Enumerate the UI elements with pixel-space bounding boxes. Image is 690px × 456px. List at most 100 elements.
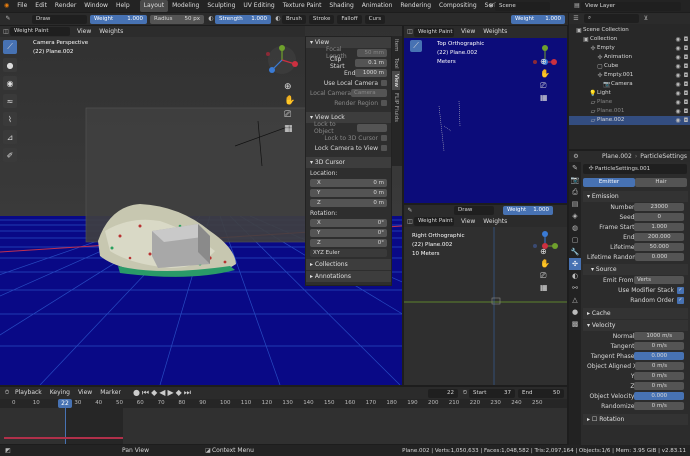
navigation-gizmo[interactable]: ⊕ ✋ ⎚ ▦ bbox=[262, 40, 302, 150]
render-camera-icon[interactable]: ◘ bbox=[682, 90, 690, 98]
menu-falloff[interactable]: Falloff bbox=[337, 14, 362, 24]
jump-end-icon[interactable]: ⏭ bbox=[184, 388, 193, 397]
psettings-selector[interactable]: ✣ ParticleSettings.001 bbox=[583, 164, 687, 174]
right-menu-weights[interactable]: Weights bbox=[479, 216, 511, 228]
visibility-eye-icon[interactable]: ◉ bbox=[674, 81, 682, 89]
strength-slider[interactable]: Strength 1.000 bbox=[215, 14, 271, 24]
render-camera-icon[interactable]: ◘ bbox=[682, 108, 690, 116]
end-frame-field[interactable]: End 50 bbox=[518, 388, 564, 398]
checkbox-checked-icon[interactable]: ✓ bbox=[677, 296, 684, 304]
visibility-eye-icon[interactable]: ◉ bbox=[674, 72, 682, 80]
camera-view-icon[interactable]: ⎚ bbox=[540, 270, 550, 282]
play-icon[interactable]: ▶ bbox=[167, 388, 175, 397]
cache-section[interactable]: ▸ Cache bbox=[583, 308, 688, 319]
pressure-icon-2[interactable]: ◐ bbox=[274, 15, 282, 23]
cursor-section[interactable]: ▾ 3D Cursor bbox=[306, 157, 391, 168]
weight-slider-2[interactable]: Weight 1.000 bbox=[511, 14, 565, 24]
grid-icon[interactable]: ▦ bbox=[284, 122, 295, 136]
rotation-mode-dropdown[interactable]: XYZ Euler bbox=[310, 249, 387, 257]
property-field[interactable]: 200.000 bbox=[634, 233, 684, 241]
rot-y-row[interactable]: Y 0° bbox=[306, 228, 391, 238]
visibility-eye-icon[interactable]: ◉ bbox=[674, 90, 682, 98]
property-field[interactable]: 0 m/s bbox=[634, 382, 684, 390]
axis-gizmo[interactable] bbox=[262, 40, 302, 100]
outliner-search-input[interactable]: ⌕ bbox=[584, 14, 639, 23]
texture-tab-icon[interactable]: ▩ bbox=[569, 318, 581, 330]
workspace-tab-sculpting[interactable]: Sculpting bbox=[203, 0, 239, 12]
output-tab-icon[interactable]: ⎙ bbox=[569, 186, 581, 198]
annotations-section[interactable]: ▸ Annotations bbox=[306, 271, 391, 282]
right-brush-selector[interactable]: Draw bbox=[454, 206, 494, 215]
pressure-icon[interactable]: ◐ bbox=[207, 15, 215, 23]
material-tab-icon[interactable]: ● bbox=[569, 306, 581, 318]
brush-selector[interactable]: Draw bbox=[32, 14, 87, 24]
loc-x-row[interactable]: X 0 m bbox=[306, 178, 391, 188]
visibility-eye-icon[interactable]: ◉ bbox=[674, 36, 682, 44]
camera-view-icon[interactable]: ⎚ bbox=[284, 108, 295, 122]
tab-view[interactable]: View bbox=[392, 71, 400, 91]
property-field[interactable]: 0 bbox=[634, 213, 684, 221]
tab-flip-fluids[interactable]: FLIP Fluids bbox=[392, 90, 400, 125]
view-layer-tab-icon[interactable]: ▤ bbox=[569, 198, 581, 210]
brush-icon[interactable]: ✎ bbox=[4, 15, 12, 23]
render-camera-icon[interactable]: ◘ bbox=[682, 81, 690, 89]
pan-hand-icon[interactable]: ✋ bbox=[284, 94, 295, 108]
preview-range-icon[interactable]: ⏲ bbox=[461, 389, 469, 397]
use-modifier-stack-row[interactable]: Use Modifier Stack ✓ bbox=[583, 285, 688, 295]
tab-tool[interactable]: Tool bbox=[392, 55, 400, 72]
outliner-row-scene-collection[interactable]: ▣ Scene Collection bbox=[569, 26, 690, 35]
property-field[interactable]: 1.000 bbox=[634, 223, 684, 231]
menu-cursor[interactable]: Curs bbox=[364, 14, 386, 24]
weight-slider[interactable]: Weight 1.000 bbox=[90, 14, 147, 24]
use-local-camera-row[interactable]: Use Local Camera bbox=[306, 78, 391, 88]
outliner-row[interactable]: ✢ Empty ◉ ◘ bbox=[569, 44, 690, 53]
timeline-menu-view[interactable]: View bbox=[74, 387, 96, 399]
timeline-menu-playback[interactable]: Playback bbox=[11, 387, 46, 399]
property-field[interactable]: 0 m/s bbox=[634, 342, 684, 350]
scene-selector[interactable]: ◈ Scene bbox=[487, 1, 553, 11]
right-menu-view[interactable]: View bbox=[457, 216, 479, 228]
world-tab-icon[interactable]: ◍ bbox=[569, 222, 581, 234]
jump-start-icon[interactable]: ⏮ bbox=[142, 388, 151, 397]
right-weight-slider[interactable]: Weight 1.000 bbox=[503, 206, 553, 215]
menu-brush[interactable]: Brush bbox=[282, 14, 306, 24]
hair-tab[interactable]: Hair bbox=[635, 178, 687, 187]
start-frame-field[interactable]: Start 37 bbox=[469, 388, 515, 398]
workspace-tab-modeling[interactable]: Modeling bbox=[168, 0, 203, 12]
render-camera-icon[interactable]: ◘ bbox=[682, 117, 690, 125]
checkbox-icon[interactable] bbox=[381, 145, 387, 151]
render-camera-icon[interactable]: ◘ bbox=[682, 45, 690, 53]
render-region-row[interactable]: Render Region bbox=[306, 98, 391, 108]
checkbox-checked-icon[interactable]: ✓ bbox=[677, 286, 684, 294]
visibility-eye-icon[interactable]: ◉ bbox=[674, 54, 682, 62]
pan-hand-icon[interactable]: ✋ bbox=[540, 258, 550, 270]
workspace-tab-compositing[interactable]: Compositing bbox=[435, 0, 481, 12]
smear-tool-icon[interactable]: ≈ bbox=[3, 94, 17, 108]
top-menu-weights[interactable]: Weights bbox=[479, 26, 511, 38]
rot-z-row[interactable]: Z 0° bbox=[306, 238, 391, 248]
collections-section[interactable]: ▸ Collections bbox=[306, 259, 391, 270]
emission-section[interactable]: ▾ Emission bbox=[583, 191, 688, 202]
checkbox-icon[interactable] bbox=[381, 135, 387, 141]
tab-item[interactable]: Item bbox=[392, 36, 400, 55]
rot-x-row[interactable]: X 0° bbox=[306, 218, 391, 228]
loc-z-row[interactable]: Z 0 m bbox=[306, 198, 391, 208]
menu-render[interactable]: Render bbox=[51, 0, 80, 12]
draw-tool-icon[interactable]: ⟋ bbox=[3, 40, 17, 54]
sample-tool-icon[interactable]: ⌇ bbox=[3, 112, 17, 126]
property-field[interactable]: 0.000 bbox=[635, 253, 684, 261]
outliner-row[interactable]: ✢ Animation ◉ ◘ bbox=[569, 53, 690, 62]
menu-help[interactable]: Help bbox=[112, 0, 134, 12]
modifier-tab-icon[interactable]: 🔧 bbox=[569, 246, 581, 258]
radius-slider[interactable]: Radius 50 px bbox=[150, 14, 204, 24]
rotation-mode-row[interactable]: XYZ Euler bbox=[306, 248, 391, 258]
timeline-menu-marker[interactable]: Marker bbox=[96, 387, 125, 399]
outliner-type-icon[interactable]: ☰ bbox=[572, 15, 580, 23]
grid-icon[interactable]: ▦ bbox=[540, 282, 550, 294]
workspace-tab-uv-editing[interactable]: UV Editing bbox=[239, 0, 278, 12]
property-field[interactable]: 0.000 bbox=[634, 392, 684, 400]
visibility-eye-icon[interactable]: ◉ bbox=[674, 45, 682, 53]
property-field[interactable]: 23000 bbox=[634, 203, 684, 211]
next-key-icon[interactable]: ◆ bbox=[176, 388, 184, 397]
menu-file[interactable]: File bbox=[13, 0, 31, 12]
